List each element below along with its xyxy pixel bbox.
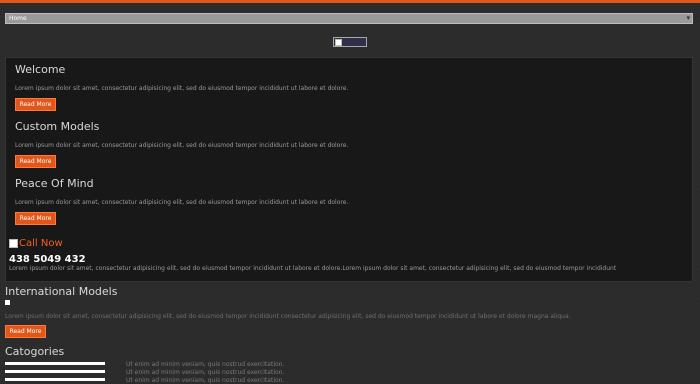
top-accent-line: [0, 0, 700, 3]
call-now[interactable]: Call Now: [9, 238, 63, 249]
read-more-button-peace-of-mind[interactable]: Read More: [15, 212, 56, 225]
chevron-down-icon: ▾: [686, 14, 690, 22]
international-models-title: International Models: [5, 285, 118, 298]
category-bar[interactable]: [5, 378, 105, 381]
categories-title: Catogories: [5, 345, 65, 358]
nav-select-value: Home: [9, 15, 27, 22]
international-models-text: Lorem ipsum dolor sit amet, consectetur …: [5, 313, 571, 320]
read-more-button-custom-models[interactable]: Read More: [15, 155, 56, 168]
read-more-button-international[interactable]: Read More: [5, 325, 46, 338]
main-panel: Welcome Lorem ipsum dolor sit amet, cons…: [5, 57, 693, 282]
bullet-icon: [5, 300, 10, 305]
contact-text: Lorem ipsum dolor sit amet, consectetur …: [9, 265, 617, 272]
logo[interactable]: [333, 37, 367, 47]
phone-number: 438 5049 432: [9, 254, 86, 265]
section-text-peace-of-mind: Lorem ipsum dolor sit amet, consectetur …: [15, 199, 349, 206]
section-text-custom-models: Lorem ipsum dolor sit amet, consectetur …: [15, 142, 349, 149]
broken-image-icon: [335, 39, 342, 46]
nav-select[interactable]: Home ▾: [5, 13, 693, 24]
category-bar[interactable]: [5, 362, 105, 365]
section-title-welcome: Welcome: [15, 63, 66, 76]
category-bar[interactable]: [5, 370, 105, 373]
section-text-welcome: Lorem ipsum dolor sit amet, consectetur …: [15, 85, 349, 92]
category-item: Ut enim ad minim veniam, quis nostrud ex…: [126, 361, 285, 368]
section-title-peace-of-mind: Peace Of Mind: [15, 177, 94, 190]
section-title-custom-models: Custom Models: [15, 120, 100, 133]
phone-icon: [9, 239, 18, 248]
read-more-button-welcome[interactable]: Read More: [15, 98, 56, 111]
call-now-label: Call Now: [19, 238, 63, 249]
category-item: Ut enim ad minim veniam, quis nostrud ex…: [126, 369, 285, 376]
